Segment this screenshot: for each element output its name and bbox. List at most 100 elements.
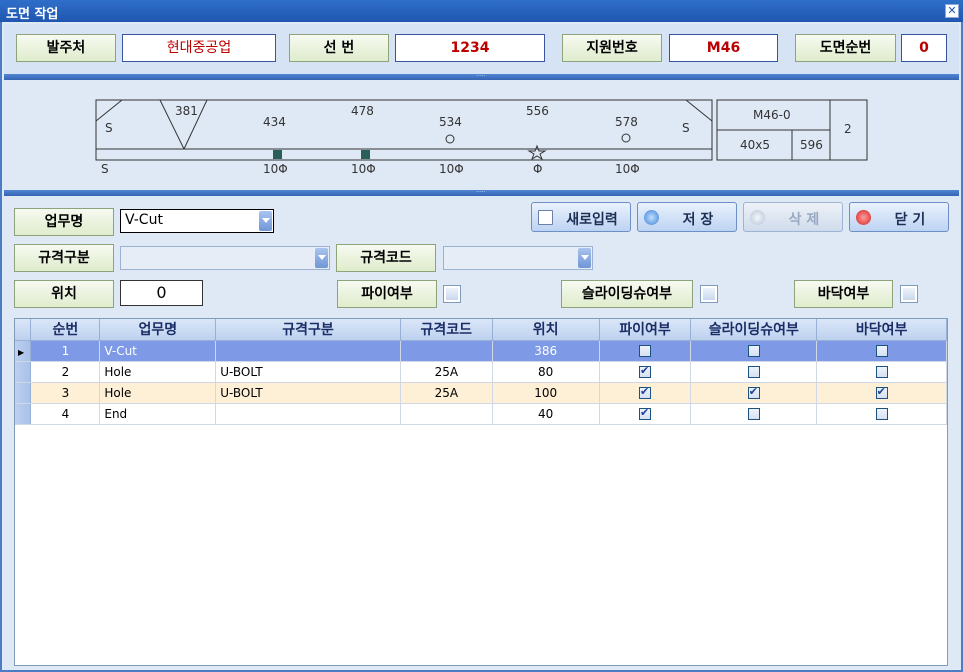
delete-button[interactable]: 삭 제 [743, 202, 843, 232]
grid-cell-pipe[interactable] [599, 340, 692, 362]
grid-cell-seq: 4 [30, 403, 101, 425]
drawing-panel: 381 434 478 534 556 578 S S S 10Φ 10Φ 10… [4, 81, 959, 190]
info-size: 40x5 [740, 138, 770, 152]
bottom-label: 10Φ [439, 162, 464, 176]
grid-cell-pos: 100 [492, 382, 600, 404]
col-header[interactable]: 바닥여부 [816, 319, 947, 341]
grid-cell-floor[interactable] [816, 382, 947, 404]
table-row[interactable]: 2 Hole U-BOLT 25A 80 [15, 361, 947, 383]
grid-cell-spec_type [215, 340, 401, 362]
header-panel: 발주처 현대중공업 선 번 1234 지원번호 M46 도면순번 0 [4, 24, 959, 74]
close-button[interactable]: 닫 기 [849, 202, 949, 232]
floor-label: 바닥여부 [794, 280, 893, 308]
spec-type-select[interactable] [120, 246, 330, 270]
grid-cell-pos: 386 [492, 340, 600, 362]
table-row[interactable]: 3 Hole U-BOLT 25A 100 [15, 382, 947, 404]
row-header: ▶ [15, 340, 32, 362]
row-header [15, 403, 32, 425]
grid-cell-pipe[interactable] [599, 382, 692, 404]
col-header[interactable]: 업무명 [99, 319, 217, 341]
checkbox-icon[interactable] [747, 345, 760, 357]
checkbox-icon[interactable] [747, 385, 760, 399]
grid-cell-spec_code: 25A [400, 361, 493, 383]
checkbox-icon[interactable] [875, 345, 888, 357]
grid-cell-floor[interactable] [816, 403, 947, 425]
checkbox-icon[interactable] [875, 385, 888, 399]
info-length: 596 [800, 138, 823, 152]
checkbox-icon[interactable] [639, 385, 651, 399]
splitter-top[interactable]: ····· [4, 74, 959, 80]
col-header[interactable]: 규격코드 [400, 319, 493, 341]
chevron-down-icon[interactable] [578, 248, 591, 268]
checkbox-icon[interactable] [747, 408, 760, 420]
spec-code-select[interactable] [443, 246, 593, 270]
col-header[interactable]: 규격구분 [215, 319, 401, 341]
grid-cell-pipe[interactable] [599, 403, 692, 425]
grid-cell-seq: 3 [30, 382, 101, 404]
side-label: S [105, 121, 113, 135]
grid-cell-sliding[interactable] [690, 340, 818, 362]
task-select[interactable]: V-Cut [120, 209, 274, 233]
new-entry-button[interactable]: 새로입력 [531, 202, 631, 232]
checkbox-icon[interactable] [639, 406, 651, 420]
top-label: 434 [263, 115, 286, 129]
ship-number-value: 1234 [395, 34, 545, 62]
info-code: M46-0 [753, 108, 791, 122]
support-number-value: M46 [669, 34, 778, 62]
close-circle-icon [856, 210, 871, 225]
task-select-value: V-Cut [125, 212, 163, 228]
grid-cell-sliding[interactable] [690, 382, 818, 404]
spec-code-label: 규격코드 [336, 244, 436, 272]
top-label: 534 [439, 115, 462, 129]
side-label: S [101, 162, 109, 176]
top-label: 381 [175, 104, 198, 118]
col-header[interactable]: 위치 [492, 319, 600, 341]
grid-cell-pipe[interactable] [599, 361, 692, 383]
grid-cell-sliding[interactable] [690, 361, 818, 383]
minus-circle-icon [750, 210, 765, 225]
bottom-label: 10Φ [351, 162, 376, 176]
pipe-checkbox[interactable] [443, 285, 461, 303]
grid-cell-task: End [99, 403, 217, 425]
window-title: 도면 작업 [6, 7, 59, 22]
position-input[interactable]: 0 [120, 280, 203, 306]
table-row[interactable]: ▶ 1 V-Cut 386 [15, 340, 947, 362]
title-bar: 도면 작업 ✕ [0, 0, 963, 22]
orderer-value: 현대중공업 [122, 34, 276, 62]
grid-cell-spec_type: U-BOLT [215, 361, 401, 383]
row-header [15, 382, 32, 404]
ship-number-label: 선 번 [289, 34, 389, 62]
side-label: S [682, 121, 690, 135]
task-grid[interactable]: 순번 업무명 규격구분 규격코드 위치 파이여부 슬라이딩슈여부 바닥여부 ▶ 1… [14, 318, 948, 666]
grid-cell-spec_type [215, 403, 401, 425]
grid-cell-sliding[interactable] [690, 403, 818, 425]
col-header[interactable]: 순번 [30, 319, 101, 341]
col-header[interactable]: 파이여부 [599, 319, 692, 341]
table-row[interactable]: 4 End 40 [15, 403, 947, 425]
floor-checkbox[interactable] [900, 285, 918, 303]
grid-table: 순번 업무명 규격구분 규격코드 위치 파이여부 슬라이딩슈여부 바닥여부 ▶ 1… [15, 319, 947, 425]
checkbox-icon[interactable] [639, 364, 651, 378]
grid-cell-floor[interactable] [816, 340, 947, 362]
plus-circle-icon [644, 210, 659, 225]
grid-cell-floor[interactable] [816, 361, 947, 383]
save-button[interactable]: 저 장 [637, 202, 737, 232]
sliding-label: 슬라이딩슈여부 [561, 280, 693, 308]
bottom-label: 10Φ [263, 162, 288, 176]
checkbox-icon[interactable] [875, 366, 888, 378]
grid-cell-pos: 40 [492, 403, 600, 425]
checkbox-icon[interactable] [747, 366, 760, 378]
drawing-seq-label: 도면순번 [795, 34, 896, 62]
close-icon[interactable]: ✕ [945, 4, 959, 18]
row-header [15, 361, 32, 383]
top-label: 478 [351, 104, 374, 118]
sliding-checkbox[interactable] [700, 285, 718, 303]
chevron-down-icon[interactable] [259, 211, 272, 231]
drawing-seq-value: 0 [901, 34, 947, 62]
checkbox-icon[interactable] [875, 408, 888, 420]
drawing-canvas: 381 434 478 534 556 578 S S S 10Φ 10Φ 10… [95, 99, 868, 176]
bottom-label: 10Φ [615, 162, 640, 176]
checkbox-icon[interactable] [639, 345, 651, 357]
col-header[interactable]: 슬라이딩슈여부 [690, 319, 818, 341]
chevron-down-icon[interactable] [315, 248, 328, 268]
